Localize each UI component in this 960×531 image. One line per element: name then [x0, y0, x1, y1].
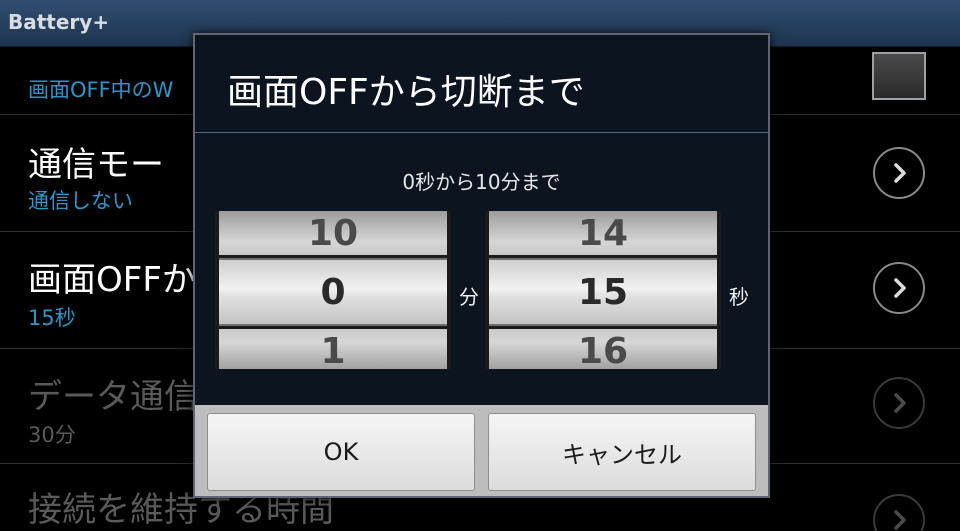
- chevron-right-icon[interactable]: [873, 147, 925, 199]
- list-item-subtitle: 15秒: [28, 306, 76, 330]
- list-item-subtitle: 通信しない: [28, 189, 133, 213]
- seconds-picker[interactable]: 14 15 16: [485, 211, 721, 369]
- dialog-divider: [195, 132, 768, 133]
- chevron-right-icon: [873, 377, 925, 429]
- minutes-next-value[interactable]: 1: [219, 329, 447, 369]
- range-hint: 0秒から10分まで: [402, 170, 561, 194]
- chevron-right-icon[interactable]: [873, 262, 925, 314]
- list-item-subtitle: 画面OFF中のW: [28, 78, 174, 102]
- minutes-current-value[interactable]: 0: [219, 258, 447, 326]
- chevron-right-icon: [873, 494, 925, 531]
- minutes-prev-value[interactable]: 10: [219, 211, 447, 255]
- seconds-prev-value[interactable]: 14: [489, 211, 717, 255]
- screen: Battery+ 画面OFF中のW 通信モー 通信しない 画面OFFか 15秒 …: [0, 0, 960, 531]
- ok-button[interactable]: OK: [207, 413, 475, 491]
- app-title: Battery+: [8, 10, 110, 34]
- minutes-unit-label: 分: [459, 285, 479, 309]
- list-item-title: データ通信: [28, 377, 198, 417]
- dialog-title: 画面OFFから切断まで: [227, 72, 585, 113]
- seconds-current-value[interactable]: 15: [489, 258, 717, 326]
- list-item-title: 通信モー: [28, 145, 164, 185]
- time-picker-dialog: 画面OFFから切断まで 0秒から10分まで 10 0 1 分 14 15 16 …: [193, 33, 770, 498]
- list-item-subtitle: 30分: [28, 423, 76, 447]
- dialog-button-bar: OK キャンセル: [195, 405, 768, 496]
- cancel-button[interactable]: キャンセル: [488, 413, 756, 491]
- seconds-unit-label: 秒: [729, 285, 749, 309]
- checkbox-icon[interactable]: [872, 52, 926, 100]
- seconds-next-value[interactable]: 16: [489, 329, 717, 369]
- list-item-title: 画面OFFか: [28, 260, 196, 300]
- minutes-picker[interactable]: 10 0 1: [215, 211, 451, 369]
